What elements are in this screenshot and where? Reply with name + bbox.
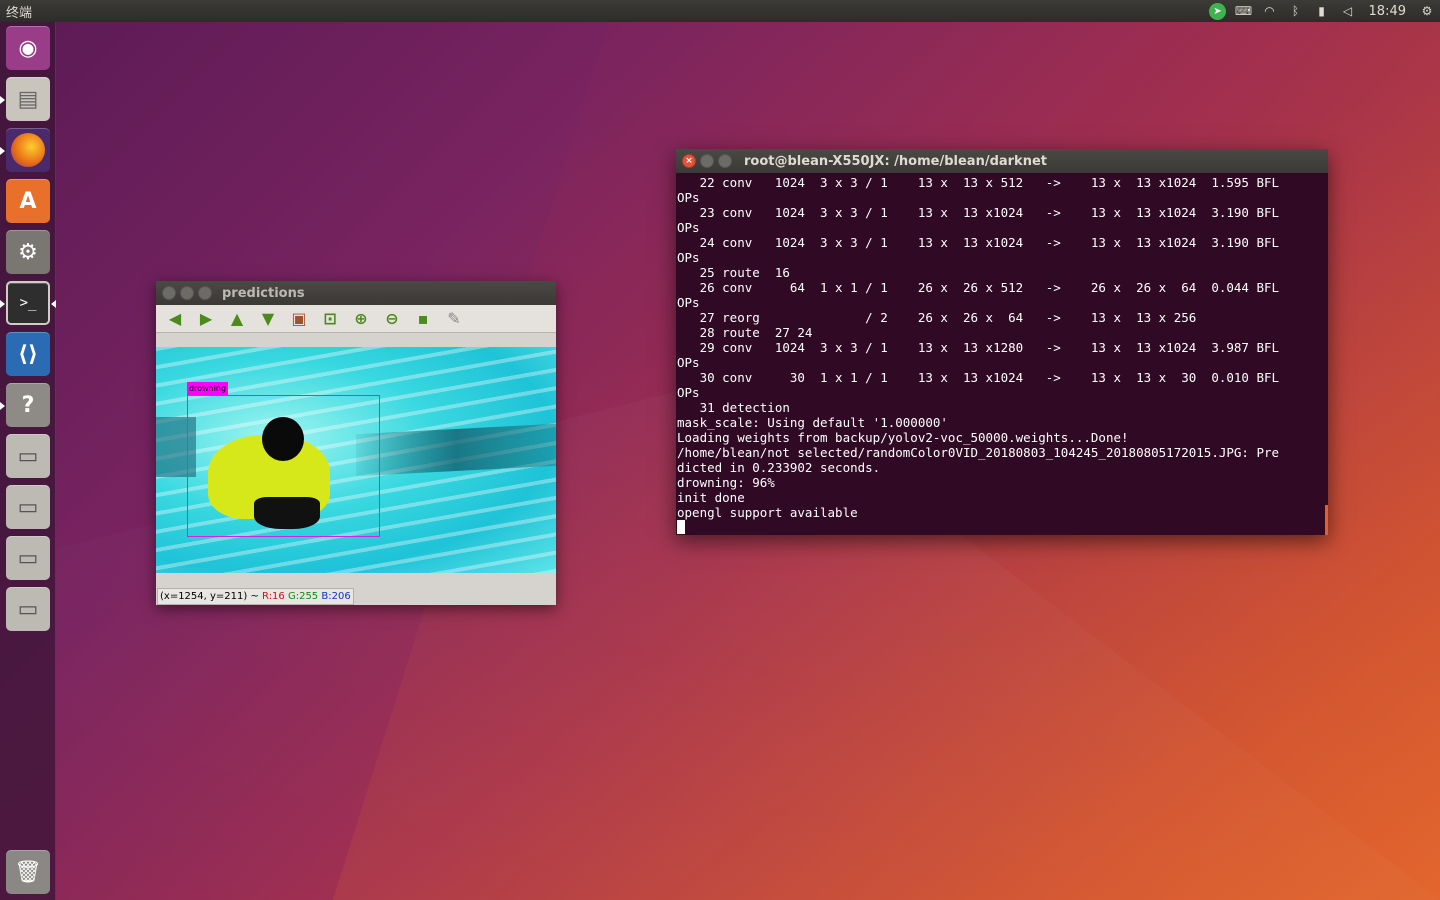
scrollbar[interactable] bbox=[1325, 505, 1328, 535]
arrow-right-icon[interactable]: ▶ bbox=[193, 308, 219, 330]
running-indicator bbox=[0, 96, 5, 104]
terminal-line: OPs bbox=[677, 220, 700, 235]
maximize-icon[interactable] bbox=[718, 154, 732, 168]
terminal-line: init done bbox=[677, 490, 745, 505]
disk-drive-icon[interactable]: ▭ bbox=[6, 434, 50, 478]
terminal-line: opengl support available bbox=[677, 505, 858, 520]
terminal-line: 31 detection bbox=[677, 400, 790, 415]
top-panel: 终端 ➤ ⌨ ◠ ᛒ ▮ ◁ 18:49 ⚙ bbox=[0, 0, 1440, 22]
keyboard-icon[interactable]: ⌨ bbox=[1231, 0, 1257, 22]
running-indicator bbox=[0, 147, 5, 155]
image-icon[interactable]: ▣ bbox=[286, 308, 312, 330]
close-icon[interactable]: × bbox=[682, 154, 696, 168]
terminal-line: /home/blean/not selected/randomColor0VID… bbox=[677, 445, 1280, 460]
clock[interactable]: 18:49 bbox=[1361, 4, 1414, 19]
detection-label: drowning bbox=[187, 382, 229, 395]
terminal-icon[interactable]: >_ bbox=[6, 281, 50, 325]
terminal-line: 22 conv 1024 3 x 3 / 1 13 x 13 x 512 -> … bbox=[677, 175, 1280, 190]
zoom-out-icon[interactable]: ⊖ bbox=[379, 308, 405, 330]
running-indicator bbox=[0, 300, 5, 308]
terminal-window: × root@blean-X550JX: /home/blean/darknet… bbox=[676, 149, 1328, 535]
arrow-down-icon[interactable]: ▼ bbox=[255, 308, 281, 330]
terminal-line: OPs bbox=[677, 250, 700, 265]
indicator-area: ➤ ⌨ ◠ ᛒ ▮ ◁ 18:49 ⚙ bbox=[1205, 0, 1440, 22]
window-title: predictions bbox=[222, 285, 305, 301]
terminal-line: OPs bbox=[677, 355, 700, 370]
minimize-icon[interactable] bbox=[180, 286, 194, 300]
terminal-line: Loading weights from backup/yolov2-voc_5… bbox=[677, 430, 1129, 445]
focused-indicator bbox=[51, 300, 56, 308]
terminal-titlebar[interactable]: × root@blean-X550JX: /home/blean/darknet bbox=[676, 149, 1328, 173]
telegram-icon[interactable]: ➤ bbox=[1205, 0, 1231, 22]
close-icon[interactable] bbox=[162, 286, 176, 300]
zoom-in-icon[interactable]: ⊕ bbox=[348, 308, 374, 330]
file-cabinet-icon[interactable]: ▤ bbox=[6, 77, 50, 121]
pixel-info: (x=1254, y=211) ~ R:16 G:255 B:206 bbox=[157, 588, 354, 605]
question-icon[interactable]: ? bbox=[6, 383, 50, 427]
battery-icon[interactable]: ▮ bbox=[1309, 0, 1335, 22]
terminal-line: 30 conv 30 1 x 1 / 1 13 x 13 x1024 -> 13… bbox=[677, 370, 1280, 385]
status-bar: (x=1254, y=211) ~ R:16 G:255 B:206 bbox=[156, 573, 556, 605]
ubuntu-logo-icon[interactable]: ◉ bbox=[6, 26, 50, 70]
terminal-line: OPs bbox=[677, 190, 700, 205]
vscode-icon[interactable]: ⟨⟩ bbox=[6, 332, 50, 376]
wrench-gear-icon[interactable]: ⚙ bbox=[6, 230, 50, 274]
terminal-cursor bbox=[677, 520, 685, 534]
bluetooth-icon[interactable]: ᛒ bbox=[1283, 0, 1309, 22]
disk-drive-icon[interactable]: ▭ bbox=[6, 536, 50, 580]
terminal-line: 23 conv 1024 3 x 3 / 1 13 x 13 x1024 -> … bbox=[677, 205, 1280, 220]
terminal-line: drowning: 96% bbox=[677, 475, 775, 490]
maximize-icon[interactable] bbox=[198, 286, 212, 300]
settings-gear-icon[interactable]: ⚙ bbox=[1414, 0, 1440, 22]
active-app-title: 终端 bbox=[6, 5, 33, 21]
terminal-line: 29 conv 1024 3 x 3 / 1 13 x 13 x1280 -> … bbox=[677, 340, 1280, 355]
prediction-image[interactable]: drowning bbox=[156, 347, 556, 573]
launcher: ◉ ▤ A ⚙ >_ ⟨⟩ ? ▭ ▭ ▭ ▭ 🗑 bbox=[0, 22, 56, 900]
terminal-line: 24 conv 1024 3 x 3 / 1 13 x 13 x1024 -> … bbox=[677, 235, 1280, 250]
shopping-bag-icon[interactable]: A bbox=[6, 179, 50, 223]
terminal-line: dicted in 0.233902 seconds. bbox=[677, 460, 881, 475]
terminal-line: OPs bbox=[677, 385, 700, 400]
arrow-left-icon[interactable]: ◀ bbox=[162, 308, 188, 330]
firefox-icon[interactable] bbox=[6, 128, 50, 172]
predictions-window: predictions ◀ ▶ ▲ ▼ ▣ ⊡ ⊕ ⊖ ▪ ✎ drowning… bbox=[156, 281, 556, 605]
terminal-line: 28 route 27 24 bbox=[677, 325, 813, 340]
terminal-line: 25 route 16 bbox=[677, 265, 790, 280]
minimize-icon[interactable] bbox=[700, 154, 714, 168]
terminal-title: root@blean-X550JX: /home/blean/darknet bbox=[744, 153, 1047, 169]
detection-box bbox=[187, 395, 380, 537]
zoom-fit-icon[interactable]: ⊡ bbox=[317, 308, 343, 330]
brush-icon[interactable]: ✎ bbox=[441, 308, 467, 330]
predictions-toolbar: ◀ ▶ ▲ ▼ ▣ ⊡ ⊕ ⊖ ▪ ✎ bbox=[156, 305, 556, 333]
terminal-line: 26 conv 64 1 x 1 / 1 26 x 26 x 512 -> 26… bbox=[677, 280, 1280, 295]
disk-drive-icon[interactable]: ▭ bbox=[6, 485, 50, 529]
predictions-titlebar[interactable]: predictions bbox=[156, 281, 556, 305]
arrow-up-icon[interactable]: ▲ bbox=[224, 308, 250, 330]
terminal-line: 27 reorg / 2 26 x 26 x 64 -> 13 x 13 x 2… bbox=[677, 310, 1197, 325]
running-indicator bbox=[0, 402, 5, 410]
wifi-icon[interactable]: ◠ bbox=[1257, 0, 1283, 22]
save-icon[interactable]: ▪ bbox=[410, 308, 436, 330]
terminal-line: OPs bbox=[677, 295, 700, 310]
trash-icon[interactable]: 🗑 bbox=[6, 850, 50, 894]
volume-muted-icon[interactable]: ◁ bbox=[1335, 0, 1361, 22]
disk-drive-icon[interactable]: ▭ bbox=[6, 587, 50, 631]
terminal-output[interactable]: 22 conv 1024 3 x 3 / 1 13 x 13 x 512 -> … bbox=[676, 173, 1328, 535]
terminal-line: mask_scale: Using default '1.000000' bbox=[677, 415, 948, 430]
